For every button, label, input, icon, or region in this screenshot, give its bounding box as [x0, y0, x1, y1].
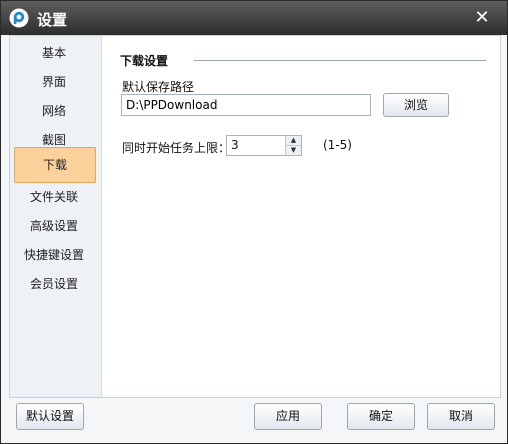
settings-window: 设置 ✕ 基本 界面 网络 截图 下载 文件关联 高级设置 快捷键设置 会员设置…	[0, 0, 508, 444]
stepper-down-icon[interactable]: ▼	[286, 146, 301, 155]
save-path-label: 默认保存路径	[122, 80, 195, 94]
stepper-buttons: ▲ ▼	[285, 136, 301, 155]
ok-button[interactable]: 确定	[347, 403, 415, 430]
sidebar-item-advanced[interactable]: 高级设置	[14, 211, 94, 241]
task-limit-label: 同时开始任务上限：	[122, 141, 231, 155]
restore-defaults-button[interactable]: 默认设置	[16, 403, 84, 430]
browse-button[interactable]: 浏览	[383, 93, 449, 117]
sidebar-item-file-association[interactable]: 文件关联	[14, 182, 94, 212]
sidebar: 基本 界面 网络 截图 下载 文件关联 高级设置 快捷键设置 会员设置	[10, 36, 102, 397]
section-divider	[194, 60, 486, 61]
stepper-up-icon[interactable]: ▲	[286, 136, 301, 146]
window-title: 设置	[37, 11, 68, 29]
content-panel: 基本 界面 网络 截图 下载 文件关联 高级设置 快捷键设置 会员设置 下载设置…	[9, 35, 501, 398]
sidebar-item-shortcuts[interactable]: 快捷键设置	[14, 240, 94, 270]
section-title: 下载设置	[120, 54, 169, 68]
sidebar-item-interface[interactable]: 界面	[14, 67, 94, 97]
title-bar[interactable]: 设置 ✕	[1, 1, 507, 35]
pptv-logo-icon	[9, 8, 29, 28]
sidebar-item-download[interactable]: 下载	[14, 147, 96, 183]
cancel-button[interactable]: 取消	[427, 403, 495, 430]
close-icon[interactable]: ✕	[471, 7, 493, 29]
download-settings-panel: 下载设置 默认保存路径 浏览 同时开始任务上限： 3 ▲ ▼ (1-5)	[102, 36, 500, 397]
sidebar-item-network[interactable]: 网络	[14, 96, 94, 126]
sidebar-item-basic[interactable]: 基本	[14, 38, 94, 68]
task-limit-stepper[interactable]: 3 ▲ ▼	[226, 135, 302, 156]
sidebar-item-membership[interactable]: 会员设置	[14, 269, 94, 299]
save-path-input[interactable]	[121, 94, 371, 116]
task-limit-value[interactable]: 3	[231, 138, 239, 152]
task-limit-range: (1-5)	[323, 138, 352, 152]
apply-button[interactable]: 应用	[254, 403, 322, 430]
